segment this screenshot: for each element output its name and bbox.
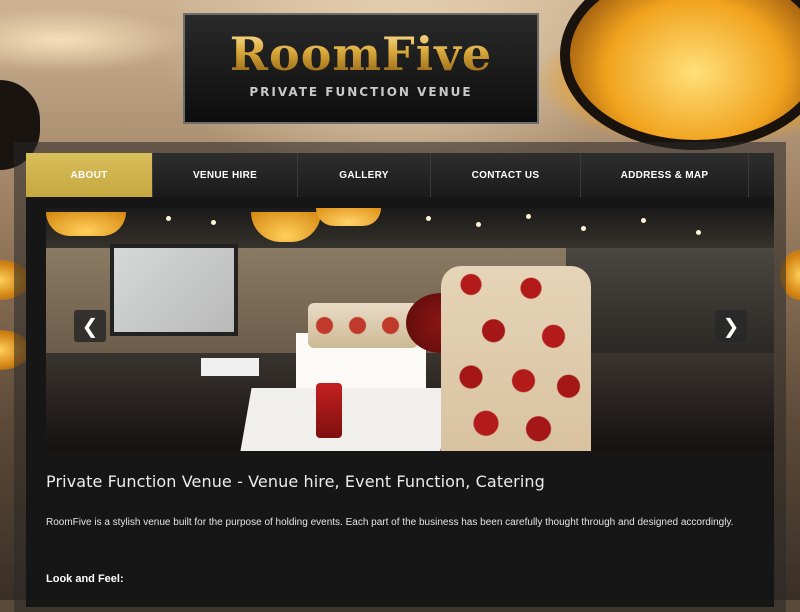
nav-item-about[interactable]: ABOUT: [26, 153, 153, 197]
section-subheading: Look and Feel:: [46, 573, 124, 585]
nav-item-contact-us[interactable]: CONTACT US: [431, 153, 581, 197]
ceiling-light: [696, 230, 701, 235]
ceiling-light: [166, 216, 171, 221]
site-logo[interactable]: RoomFive PRIVATE FUNCTION VENUE: [183, 13, 539, 124]
ceiling-light: [426, 216, 431, 221]
nav-filler: [749, 153, 774, 197]
ceiling-light: [641, 218, 646, 223]
ceiling-light: [211, 220, 216, 225]
chevron-right-icon: ❯: [722, 314, 740, 338]
nav-item-gallery[interactable]: GALLERY: [298, 153, 431, 197]
ceiling-light: [581, 226, 586, 231]
slide-table: [201, 358, 259, 376]
slider-prev-button[interactable]: ❮: [74, 310, 106, 342]
nav-item-address-map[interactable]: ADDRESS & MAP: [581, 153, 749, 197]
slide-lamp: [316, 208, 381, 226]
slide-table: [240, 388, 452, 451]
slide-projector-screen: [110, 244, 238, 336]
page-heading: Private Function Venue - Venue hire, Eve…: [46, 472, 545, 491]
image-slider[interactable]: [46, 208, 774, 451]
nav-item-venue-hire[interactable]: VENUE HIRE: [153, 153, 298, 197]
slide-cupcakes: [308, 303, 418, 348]
slide-lamp: [46, 212, 126, 236]
ceiling-light: [476, 222, 481, 227]
logo-tagline: PRIVATE FUNCTION VENUE: [249, 85, 473, 99]
slide-candy-vase: [316, 383, 342, 438]
logo-name: RoomFive: [185, 29, 537, 79]
chevron-left-icon: ❮: [81, 314, 99, 338]
main-nav: ABOUT VENUE HIRE GALLERY CONTACT US ADDR…: [26, 153, 774, 197]
ceiling-light: [526, 214, 531, 219]
intro-paragraph: RoomFive is a stylish venue built for th…: [46, 517, 734, 528]
slider-next-button[interactable]: ❯: [715, 310, 747, 342]
slide-cupcake-stand: [441, 266, 591, 451]
